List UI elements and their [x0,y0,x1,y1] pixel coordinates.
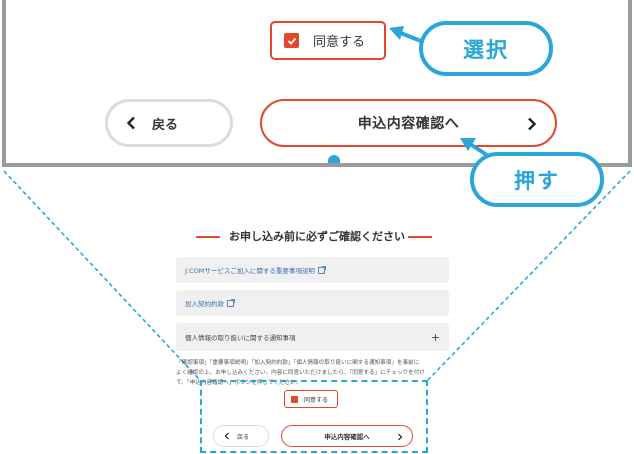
notice-line: 「確認事項」「重要事項説明」「加入契約約款」「個人情報の取り扱いに関する通知事項… [176,360,420,366]
notice-line: よく確認の上、お申し込みください。内容に同意いただけましたら、「同意する」にチェ… [176,370,425,376]
zoom-target-highlight [200,380,428,453]
accordion-important-notes[interactable]: J:COMサービスご加入に関する重要事項説明 [176,257,449,283]
heading-line-right [408,236,432,238]
callout-press: 押す [470,152,604,207]
accordion-privacy-notice[interactable]: 個人情報の取り扱いに関する通知事項 + [176,323,449,351]
privacy-notice-label: 個人情報の取り扱いに関する通知事項 [185,334,296,342]
contract-terms-link: 加入契約約款 [185,300,224,308]
callout-select: 選択 [419,21,553,76]
external-link-icon [317,266,326,274]
arrow-select-icon [389,26,404,40]
accordion-contract-terms[interactable]: 加入契約約款 [176,290,449,316]
plus-icon: + [430,330,440,344]
page-heading: お申し込み前に必ずご確認ください [229,230,405,243]
external-link-icon [227,299,235,307]
important-notes-link: J:COMサービスご加入に関する重要事項説明 [185,267,315,275]
